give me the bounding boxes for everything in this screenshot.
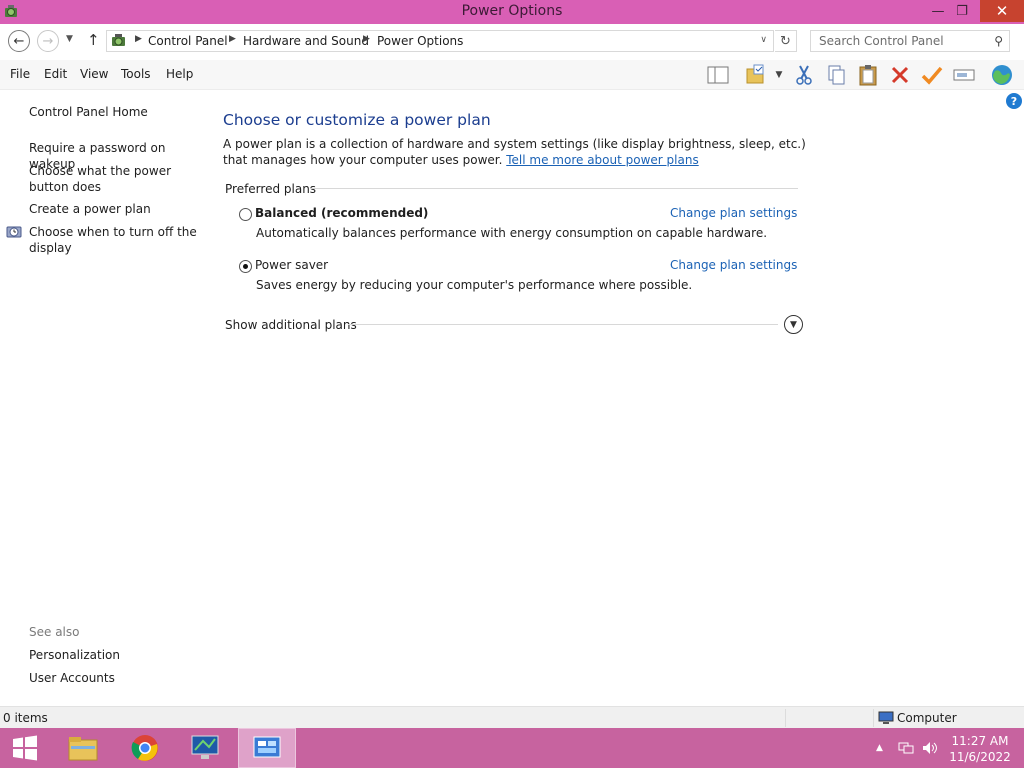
taskbar-chrome[interactable] bbox=[116, 728, 174, 768]
computer-icon bbox=[878, 711, 894, 724]
preferred-plans-label: Preferred plans bbox=[225, 182, 317, 196]
title-bar: Power Options — ❐ ✕ bbox=[0, 0, 1024, 24]
create-power-plan-link[interactable]: Create a power plan bbox=[29, 201, 199, 217]
taskbar-control-panel[interactable] bbox=[238, 728, 296, 768]
menu-bar: File Edit View Tools Help ▼ bbox=[0, 60, 1024, 90]
windows-logo-icon bbox=[13, 735, 37, 761]
cut-icon[interactable] bbox=[792, 63, 816, 87]
back-button[interactable]: ← bbox=[8, 30, 30, 52]
chrome-icon bbox=[131, 735, 158, 761]
search-input[interactable] bbox=[811, 31, 981, 51]
layout-pane-icon[interactable] bbox=[706, 63, 730, 87]
menu-help[interactable]: Help bbox=[166, 67, 193, 81]
balanced-plan-radio[interactable] bbox=[239, 208, 252, 221]
power-saver-change-settings-link[interactable]: Change plan settings bbox=[670, 258, 797, 272]
taskbar-clock[interactable]: 11:27 AM 11/6/2022 bbox=[948, 733, 1012, 765]
clock-time: 11:27 AM bbox=[951, 734, 1009, 748]
power-button-link[interactable]: Choose what the power button does bbox=[29, 163, 199, 195]
power-saver-plan-radio[interactable] bbox=[239, 260, 252, 273]
show-hidden-icons[interactable]: ▲ bbox=[876, 728, 883, 768]
window-title: Power Options bbox=[461, 3, 563, 19]
power-saver-plan-description: Saves energy by reducing your computer's… bbox=[256, 278, 693, 292]
search-box[interactable]: ⚲ bbox=[810, 30, 1010, 52]
copy-icon[interactable] bbox=[824, 63, 848, 87]
file-explorer-icon bbox=[68, 737, 98, 761]
menu-tools[interactable]: Tools bbox=[121, 67, 151, 81]
network-icon[interactable] bbox=[898, 728, 914, 768]
personalization-link[interactable]: Personalization bbox=[29, 647, 199, 663]
remote-desktop-icon bbox=[191, 735, 219, 759]
menu-edit[interactable]: Edit bbox=[44, 67, 67, 81]
power-saver-plan-name[interactable]: Power saver bbox=[255, 258, 328, 272]
zone-label: Computer bbox=[897, 711, 957, 725]
search-icon[interactable]: ⚲ bbox=[994, 34, 1003, 48]
chevron-up-icon: ▲ bbox=[876, 743, 883, 753]
section-divider bbox=[310, 188, 798, 189]
refresh-icon: ↻ bbox=[780, 33, 791, 49]
up-arrow-icon[interactable]: ↑ bbox=[87, 31, 100, 49]
menu-file[interactable]: File bbox=[10, 67, 30, 81]
taskbar: ▲ 11:27 AM 11/6/2022 bbox=[0, 728, 1024, 768]
turn-off-display-link[interactable]: Choose when to turn off the display bbox=[29, 224, 199, 256]
folder-options-dropdown-icon[interactable]: ▼ bbox=[770, 63, 788, 87]
recent-locations-chevron-icon[interactable]: ▼ bbox=[66, 34, 73, 44]
display-clock-icon bbox=[6, 226, 22, 238]
status-divider bbox=[873, 709, 874, 727]
show-additional-plans-label[interactable]: Show additional plans bbox=[225, 318, 357, 332]
page-description: A power plan is a collection of hardware… bbox=[223, 137, 813, 168]
status-bar: 0 items Computer bbox=[0, 706, 1024, 728]
control-panel-icon bbox=[112, 34, 125, 46]
address-row: ← → ▼ ↑ ▶ Control Panel ▶ Hardware and S… bbox=[0, 24, 1024, 60]
taskbar-file-explorer[interactable] bbox=[54, 728, 112, 768]
refresh-button[interactable]: ↻ bbox=[775, 30, 797, 52]
taskbar-remote-desktop[interactable] bbox=[176, 728, 234, 768]
start-button[interactable] bbox=[0, 728, 50, 768]
status-divider bbox=[785, 709, 786, 727]
volume-icon[interactable] bbox=[922, 728, 938, 768]
clock-date: 11/6/2022 bbox=[949, 750, 1011, 764]
learn-more-link[interactable]: Tell me more about power plans bbox=[506, 153, 698, 167]
chevron-down-icon[interactable]: ▼ bbox=[784, 315, 803, 334]
user-accounts-link[interactable]: User Accounts bbox=[29, 670, 199, 686]
folder-options-icon[interactable] bbox=[744, 63, 768, 87]
help-icon[interactable]: ? bbox=[1006, 93, 1022, 109]
balanced-plan-description: Automatically balances performance with … bbox=[256, 226, 768, 240]
breadcrumb-separator-icon[interactable]: ▶ bbox=[363, 34, 370, 44]
paste-icon[interactable] bbox=[856, 63, 880, 87]
breadcrumb-separator-icon[interactable]: ▶ bbox=[229, 34, 236, 44]
balanced-change-settings-link[interactable]: Change plan settings bbox=[670, 206, 797, 220]
forward-arrow-icon: → bbox=[42, 33, 54, 49]
menu-view[interactable]: View bbox=[80, 67, 108, 81]
address-bar[interactable]: ▶ Control Panel ▶ Hardware and Sound ▶ P… bbox=[106, 30, 774, 52]
see-also-label: See also bbox=[29, 625, 80, 639]
breadcrumb-control-panel[interactable]: Control Panel bbox=[148, 34, 228, 48]
rename-icon[interactable] bbox=[952, 63, 976, 87]
page-title: Choose or customize a power plan bbox=[223, 111, 491, 129]
maximize-button[interactable]: ❐ bbox=[948, 0, 976, 22]
breadcrumb-separator-icon[interactable]: ▶ bbox=[135, 34, 142, 44]
check-icon[interactable] bbox=[920, 63, 944, 87]
control-panel-taskbar-icon bbox=[253, 736, 281, 758]
address-dropdown-icon[interactable]: ∨ bbox=[760, 35, 767, 45]
breadcrumb-power-options[interactable]: Power Options bbox=[377, 34, 463, 48]
close-button[interactable]: ✕ bbox=[980, 0, 1024, 22]
balanced-plan-name[interactable]: Balanced (recommended) bbox=[255, 206, 428, 220]
item-count: 0 items bbox=[3, 711, 48, 725]
control-panel-home-link[interactable]: Control Panel Home bbox=[29, 104, 199, 120]
back-arrow-icon: ← bbox=[13, 33, 25, 49]
globe-icon[interactable] bbox=[990, 63, 1014, 87]
breadcrumb-hardware-and-sound[interactable]: Hardware and Sound bbox=[243, 34, 369, 48]
delete-icon[interactable] bbox=[888, 63, 912, 87]
section-divider bbox=[348, 324, 778, 325]
forward-button[interactable]: → bbox=[37, 30, 59, 52]
